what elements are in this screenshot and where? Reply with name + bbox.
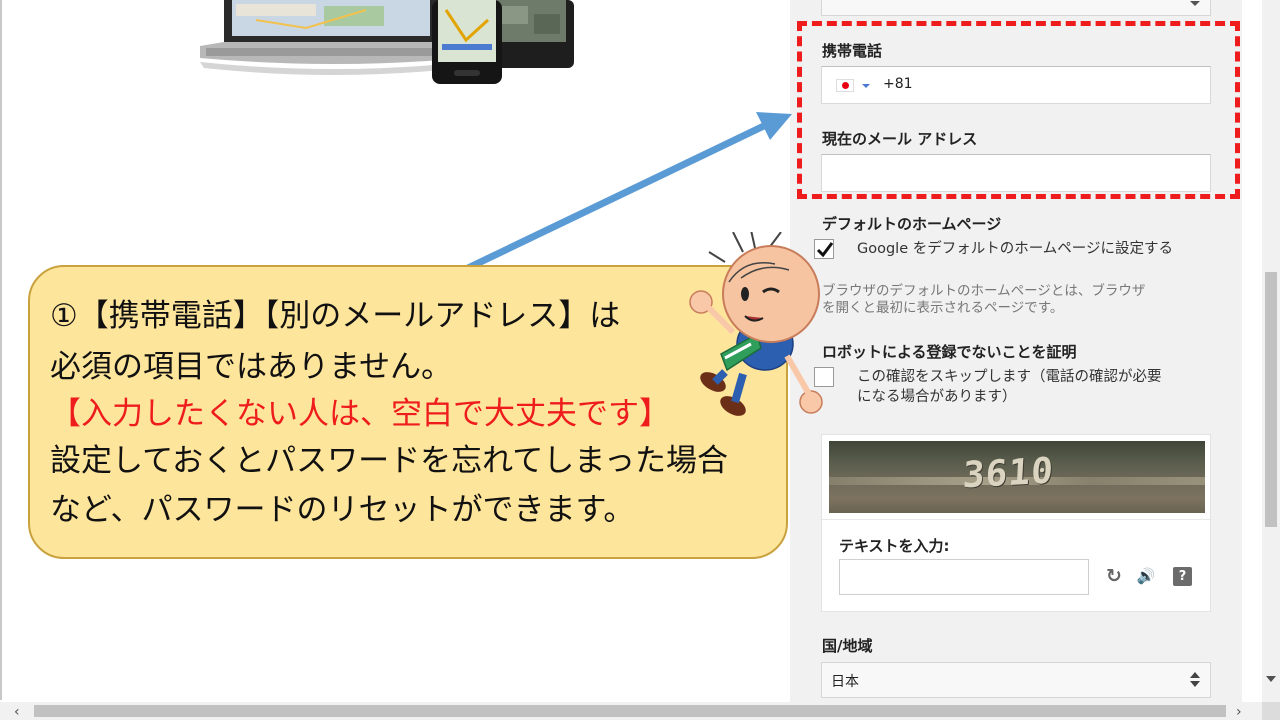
highlight-box bbox=[797, 21, 1240, 199]
audio-icon[interactable]: 🔊 bbox=[1135, 565, 1157, 587]
country-label: 国/地域 bbox=[822, 637, 873, 655]
country-select-value: 日本 bbox=[831, 674, 859, 690]
page-left-border bbox=[0, 0, 2, 700]
captcha-input[interactable] bbox=[839, 559, 1089, 595]
homepage-help-line2: を開くと最初に表示されるページです。 bbox=[822, 300, 1064, 316]
captcha-text: 3610 bbox=[961, 450, 1055, 497]
homepage-checkbox-label[interactable]: Google をデフォルトのホームページに設定する bbox=[857, 239, 1173, 259]
callout-line-1: ①【携帯電話】【別のメールアドレス】は bbox=[50, 298, 621, 334]
callout-line-2: 必須の項目ではありません。 bbox=[50, 349, 453, 385]
callout-line-3: 【入力したくない人は、空白で大丈夫です】 bbox=[50, 396, 670, 432]
robot-label: ロボットによる登録でないことを証明 bbox=[822, 343, 1077, 361]
devices-illustration bbox=[200, 0, 574, 84]
captcha-input-label: テキストを入力: bbox=[839, 537, 950, 555]
scroll-left-icon[interactable]: ‹ bbox=[14, 705, 20, 719]
gender-select[interactable]: 男性 bbox=[821, 0, 1211, 16]
captcha-widget: 3610 テキストを入力: ↻ 🔊 ? bbox=[821, 434, 1211, 612]
horizontal-scrollbar[interactable]: ‹ › bbox=[0, 702, 1262, 720]
vertical-scroll-thumb[interactable] bbox=[1265, 272, 1277, 527]
skip-verification-checkbox[interactable] bbox=[814, 367, 834, 387]
scroll-down-icon[interactable] bbox=[1266, 676, 1276, 682]
gender-select-value: 男性 bbox=[831, 0, 859, 1]
skip-verification-line2[interactable]: になる場合があります） bbox=[857, 387, 1017, 407]
scrollbar-corner bbox=[1262, 702, 1280, 720]
help-icon[interactable]: ? bbox=[1173, 567, 1192, 586]
homepage-label: デフォルトのホームページ bbox=[822, 215, 1002, 233]
captcha-image: 3610 bbox=[829, 441, 1205, 513]
refresh-icon[interactable]: ↻ bbox=[1103, 565, 1125, 587]
homepage-help-line1: ブラウザのデフォルトのホームページとは、ブラウザ bbox=[822, 283, 1146, 299]
checkmark-icon bbox=[816, 242, 834, 258]
vertical-scrollbar[interactable] bbox=[1262, 0, 1280, 702]
homepage-checkbox[interactable] bbox=[814, 239, 834, 259]
skip-verification-line1[interactable]: この確認をスキップします（電話の確認が必要 bbox=[857, 367, 1162, 387]
explanation-callout: ①【携帯電話】【別のメールアドレス】は 必須の項目ではありません。 【入力したく… bbox=[28, 265, 788, 559]
callout-line-5: など、パスワードのリセットができます。 bbox=[50, 492, 635, 528]
screen: 男性 携帯電話 +81 現在のメール アドレス デフォルトのホームページ Goo… bbox=[0, 0, 1280, 720]
captcha-divider bbox=[822, 519, 1210, 520]
scroll-right-icon[interactable]: › bbox=[1236, 705, 1242, 719]
select-arrows-icon bbox=[1190, 672, 1200, 690]
country-select[interactable]: 日本 bbox=[821, 662, 1211, 698]
chevron-down-icon bbox=[1190, 1, 1200, 6]
callout-line-4: 設定しておくとパスワードを忘れてしまった場合 bbox=[50, 443, 728, 479]
horizontal-scroll-thumb[interactable] bbox=[34, 705, 1226, 717]
